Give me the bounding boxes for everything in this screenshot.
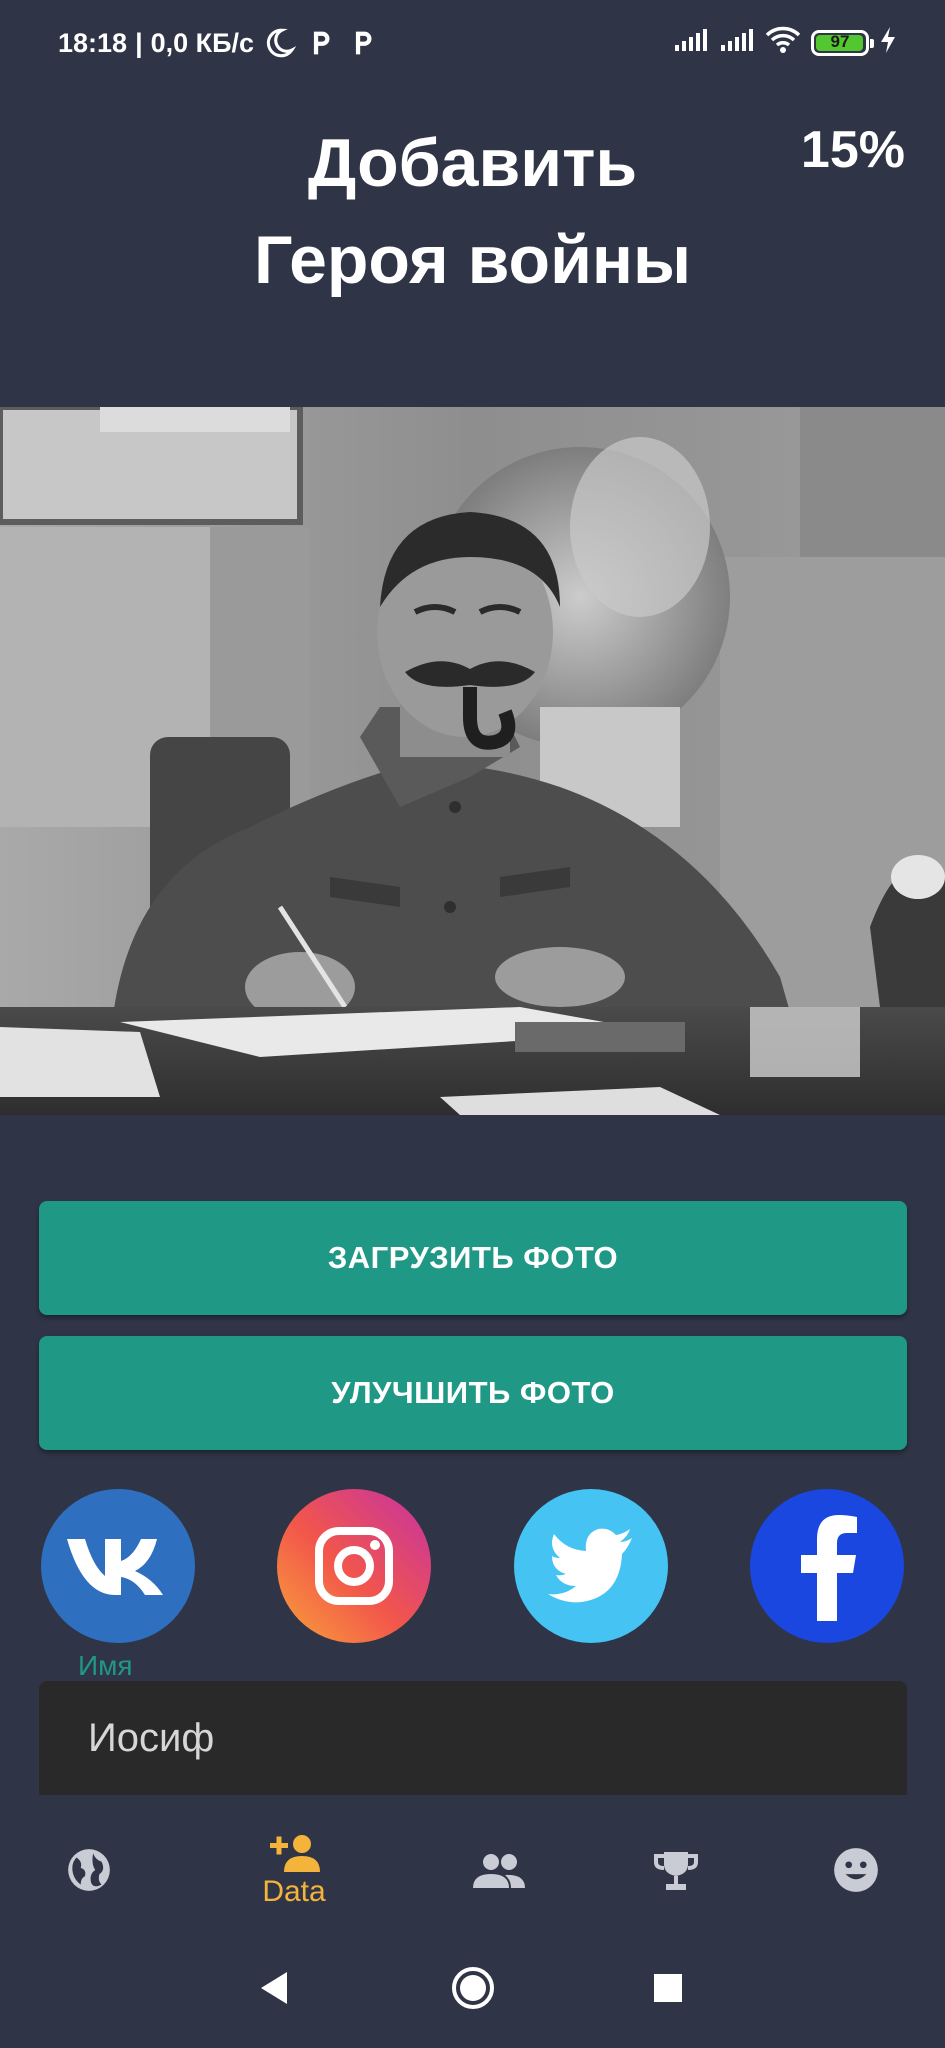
moon-icon bbox=[262, 26, 297, 60]
people-icon bbox=[473, 1854, 525, 1888]
wifi-icon bbox=[765, 26, 801, 59]
status-left: 18:18 | 0,0 КБ/с bbox=[58, 26, 380, 60]
battery-nub bbox=[870, 38, 874, 48]
nav-item-trophy[interactable] bbox=[616, 1810, 736, 1930]
nav-item-smiley[interactable] bbox=[796, 1810, 916, 1930]
hero-photo[interactable] bbox=[0, 407, 945, 1115]
twitter-share-button[interactable] bbox=[514, 1489, 668, 1643]
instagram-icon bbox=[315, 1527, 393, 1605]
back-icon bbox=[261, 1972, 287, 2004]
facebook-share-button[interactable] bbox=[750, 1489, 904, 1643]
hero-photo-image bbox=[0, 407, 945, 1115]
recents-icon bbox=[654, 1974, 682, 2002]
p-app-icon bbox=[346, 26, 380, 60]
nav-item-globe[interactable] bbox=[29, 1810, 149, 1930]
add-person-icon bbox=[270, 1835, 320, 1872]
progress-indicator: 15% bbox=[800, 121, 905, 179]
signal-icon bbox=[673, 27, 709, 58]
bottom-nav: Data bbox=[0, 1810, 945, 1930]
home-icon bbox=[452, 1967, 494, 2009]
globe-icon bbox=[68, 1849, 110, 1891]
enhance-photo-button[interactable]: УЛУЧШИТЬ ФОТО bbox=[39, 1336, 907, 1450]
battery-icon: 97 bbox=[811, 29, 874, 56]
battery-percent: 97 bbox=[830, 31, 850, 51]
home-button[interactable] bbox=[443, 1958, 503, 2018]
nav-label-data: Data bbox=[262, 1875, 326, 1908]
name-input[interactable]: Иосиф bbox=[39, 1681, 907, 1795]
signal-icon bbox=[719, 27, 755, 58]
nav-item-people[interactable] bbox=[439, 1810, 559, 1930]
system-nav-bar bbox=[0, 1930, 945, 2048]
nav-item-data[interactable]: Data bbox=[234, 1810, 354, 1930]
page-title-line2: Героя войны bbox=[253, 222, 692, 298]
vk-share-button[interactable] bbox=[41, 1489, 195, 1643]
twitter-icon bbox=[548, 1528, 632, 1603]
instagram-share-button[interactable] bbox=[277, 1489, 431, 1643]
trophy-icon bbox=[654, 1852, 698, 1890]
status-right: 97 bbox=[673, 26, 897, 59]
charging-icon bbox=[879, 26, 897, 59]
status-bar: 18:18 | 0,0 КБ/с 97 bbox=[0, 0, 945, 88]
recents-button[interactable] bbox=[638, 1958, 698, 2018]
vk-icon bbox=[67, 1539, 163, 1595]
status-network-speed: 0,0 КБ/с bbox=[150, 27, 255, 58]
facebook-icon bbox=[801, 1515, 857, 1621]
status-time: 18:18 bbox=[58, 27, 128, 58]
smiley-icon bbox=[834, 1848, 878, 1892]
upload-photo-button[interactable]: ЗАГРУЗИТЬ ФОТО bbox=[39, 1201, 907, 1315]
status-separator: | bbox=[135, 27, 143, 58]
p-app-icon bbox=[304, 26, 338, 60]
back-button[interactable] bbox=[244, 1958, 304, 2018]
name-field-label: Имя bbox=[78, 1650, 133, 1681]
